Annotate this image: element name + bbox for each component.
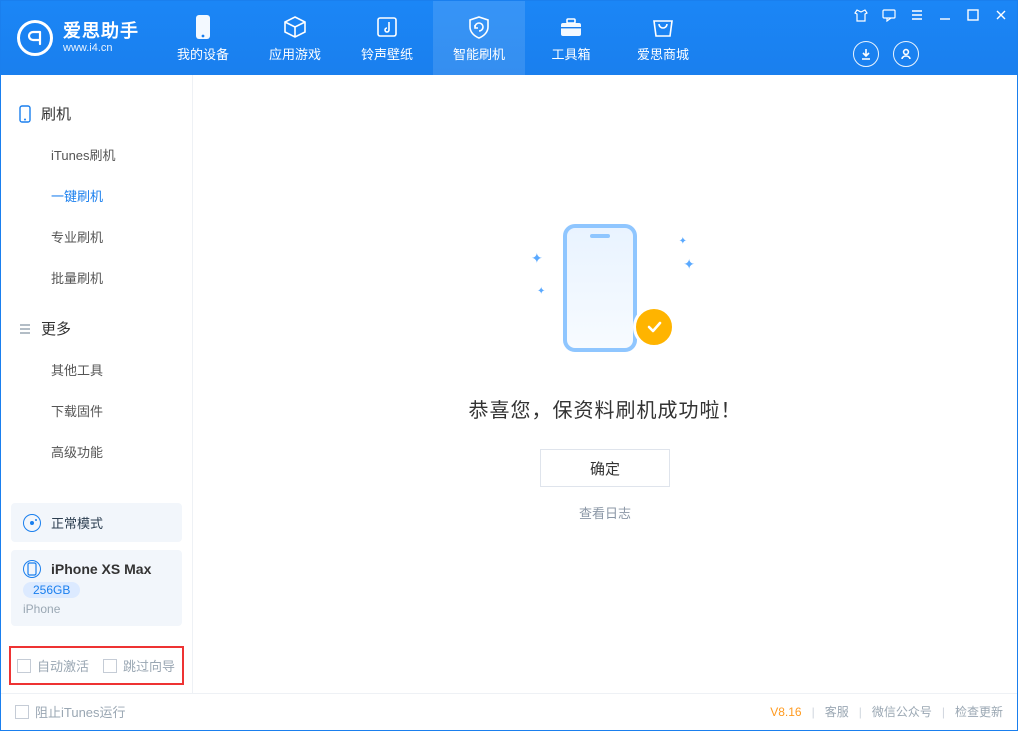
flash-options-box: 自动激活 跳过向导: [9, 646, 184, 685]
checkbox-label: 自动激活: [37, 656, 89, 675]
sidebar-item-pro-flash[interactable]: 专业刷机: [1, 216, 192, 257]
sparkle-icon: ✦: [683, 256, 695, 273]
window-controls: [845, 1, 1017, 75]
minimize-icon[interactable]: [937, 7, 953, 23]
sparkle-icon: ✦: [531, 250, 543, 267]
sidebar-item-oneclick-flash[interactable]: 一键刷机: [1, 175, 192, 216]
version-label: V8.16: [770, 705, 801, 719]
toolbox-icon: [557, 13, 585, 41]
mode-icon: [23, 514, 41, 532]
music-icon: [373, 13, 401, 41]
nav-toolbox[interactable]: 工具箱: [525, 1, 617, 75]
success-message: 恭喜您，保资料刷机成功啦！: [469, 394, 742, 423]
main-nav: 我的设备 应用游戏 铃声壁纸 智能刷机 工具箱 爱思商城: [157, 1, 709, 75]
check-update-link[interactable]: 检查更新: [955, 703, 1003, 720]
menu-icon[interactable]: [909, 7, 925, 23]
sidebar-item-download-firmware[interactable]: 下载固件: [1, 390, 192, 431]
nav-label: 我的设备: [177, 44, 229, 63]
phone-icon: [17, 106, 33, 122]
nav-label: 爱思商城: [637, 44, 689, 63]
nav-label: 铃声壁纸: [361, 44, 413, 63]
device-name: iPhone XS Max: [51, 561, 151, 577]
sidebar-section-more: 更多: [1, 308, 192, 349]
app-logo: 爱思助手 www.i4.cn: [1, 1, 157, 75]
checkbox-label: 阻止iTunes运行: [35, 702, 126, 721]
section-title: 更多: [41, 318, 71, 339]
nav-label: 应用游戏: [269, 44, 321, 63]
refresh-shield-icon: [465, 13, 493, 41]
nav-label: 智能刷机: [453, 44, 505, 63]
sidebar-item-advanced[interactable]: 高级功能: [1, 431, 192, 472]
sidebar-section-flash: 刷机: [1, 93, 192, 134]
device-icon: [189, 13, 217, 41]
ok-button[interactable]: 确定: [540, 449, 670, 487]
feedback-icon[interactable]: [881, 7, 897, 23]
device-icon: [23, 560, 41, 578]
sidebar-item-other-tools[interactable]: 其他工具: [1, 349, 192, 390]
success-illustration: ✦ ✦ ✦ ✦: [535, 206, 675, 366]
cube-icon: [281, 13, 309, 41]
checkbox-label: 跳过向导: [123, 656, 175, 675]
nav-smart-flash[interactable]: 智能刷机: [433, 1, 525, 75]
device-mode-row[interactable]: 正常模式: [11, 503, 182, 542]
checkmark-badge-icon: [633, 306, 675, 348]
nav-label: 工具箱: [551, 44, 590, 63]
checkbox-icon: [17, 659, 31, 673]
section-title: 刷机: [41, 103, 71, 124]
sidebar-item-batch-flash[interactable]: 批量刷机: [1, 257, 192, 298]
device-type: iPhone: [23, 602, 60, 616]
app-name-cn: 爱思助手: [63, 22, 139, 42]
user-icon[interactable]: [893, 41, 919, 67]
nav-ringtones[interactable]: 铃声壁纸: [341, 1, 433, 75]
logo-icon: [17, 20, 53, 56]
nav-my-device[interactable]: 我的设备: [157, 1, 249, 75]
sidebar: 刷机 iTunes刷机 一键刷机 专业刷机 批量刷机 更多 其他工具 下载固件 …: [1, 75, 193, 693]
phone-icon: [563, 224, 637, 352]
list-icon: [17, 321, 33, 337]
nav-store[interactable]: 爱思商城: [617, 1, 709, 75]
nav-apps-games[interactable]: 应用游戏: [249, 1, 341, 75]
checkbox-block-itunes[interactable]: 阻止iTunes运行: [15, 702, 126, 721]
view-log-link[interactable]: 查看日志: [579, 503, 631, 522]
sparkle-icon: ✦: [679, 236, 687, 247]
checkbox-auto-activate[interactable]: 自动激活: [17, 656, 89, 675]
device-mode-label: 正常模式: [51, 513, 103, 532]
maximize-icon[interactable]: [965, 7, 981, 23]
app-name-en: www.i4.cn: [63, 42, 139, 54]
device-info-row[interactable]: iPhone XS Max 256GB iPhone: [11, 550, 182, 626]
sidebar-item-itunes-flash[interactable]: iTunes刷机: [1, 134, 192, 175]
support-link[interactable]: 客服: [825, 703, 849, 720]
content-pane: ✦ ✦ ✦ ✦ 恭喜您，保资料刷机成功啦！ 确定 查看日志: [193, 75, 1017, 693]
checkbox-icon: [15, 705, 29, 719]
store-icon: [649, 13, 677, 41]
titlebar: 爱思助手 www.i4.cn 我的设备 应用游戏 铃声壁纸 智能刷机 工具箱 爱…: [1, 1, 1017, 75]
statusbar: 阻止iTunes运行 V8.16 | 客服 | 微信公众号 | 检查更新: [1, 693, 1017, 729]
wechat-link[interactable]: 微信公众号: [872, 703, 932, 720]
device-storage-badge: 256GB: [23, 582, 80, 598]
download-icon[interactable]: [853, 41, 879, 67]
sparkle-icon: ✦: [537, 286, 545, 297]
checkbox-icon: [103, 659, 117, 673]
shirt-icon[interactable]: [853, 7, 869, 23]
close-icon[interactable]: [993, 7, 1009, 23]
checkbox-skip-guide[interactable]: 跳过向导: [103, 656, 175, 675]
